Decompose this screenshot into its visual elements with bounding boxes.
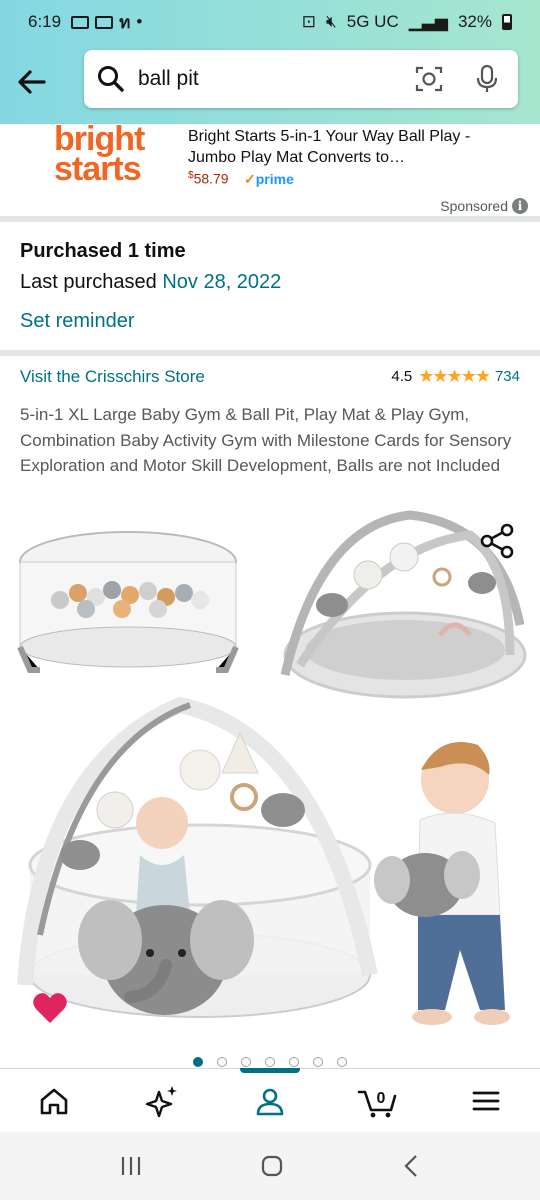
section-divider <box>0 216 540 222</box>
status-bar: 6:19 ท • ⊡ 🔇︎ 5G UC ▁▃▅ 32% <box>0 0 540 44</box>
set-reminder-link[interactable]: Set reminder <box>20 310 281 333</box>
carousel-dot[interactable] <box>193 1057 203 1067</box>
message-icon <box>95 15 114 29</box>
mail-icon <box>71 15 90 29</box>
menu-icon <box>472 1091 500 1110</box>
nav-cart[interactable]: 0 <box>324 1069 432 1132</box>
sponsored-ad[interactable]: bright starts Bright Starts 5-in-1 Your … <box>0 120 540 194</box>
status-time: 6:19 <box>28 12 62 31</box>
review-count[interactable]: 734 <box>495 368 520 385</box>
share-icon[interactable] <box>478 521 518 561</box>
prime-badge: ✓prime <box>244 171 294 187</box>
purchase-count: Purchased 1 time <box>20 240 186 262</box>
search-input[interactable]: ball pit <box>138 67 414 91</box>
dot-icon: • <box>136 12 143 31</box>
carousel-dot[interactable] <box>265 1057 275 1067</box>
product-image[interactable] <box>0 505 540 1050</box>
battery-icon <box>502 14 512 30</box>
star-rating-icon: ★★★★★ <box>418 366 491 386</box>
sparkle-icon <box>145 1085 177 1117</box>
section-divider <box>0 350 540 356</box>
carousel-dot[interactable] <box>313 1057 323 1067</box>
wishlist-heart-icon[interactable] <box>32 991 68 1025</box>
camera-search-icon[interactable] <box>414 64 444 94</box>
rating-summary[interactable]: 4.5 ★★★★★ 734 <box>391 366 520 387</box>
mute-icon: 🔇︎ <box>326 12 337 31</box>
carousel-dot[interactable] <box>337 1057 347 1067</box>
carousel-dot[interactable] <box>241 1057 251 1067</box>
last-purchased: Last purchased Nov 28, 2022 <box>20 271 282 293</box>
product-title: 5-in-1 XL Large Baby Gym & Ball Pit, Pla… <box>20 405 512 475</box>
nav-account[interactable] <box>216 1068 324 1132</box>
combined-gym-illustration <box>17 696 378 1018</box>
info-icon[interactable]: i <box>512 198 528 214</box>
ad-title[interactable]: Bright Starts 5-in-1 Your Way Ball Play … <box>188 126 518 168</box>
toddler-illustration <box>374 742 510 1025</box>
sponsored-label[interactable]: Sponsored i <box>440 198 528 214</box>
purchase-history: Purchased 1 time Last purchased Nov 28, … <box>20 240 281 333</box>
account-icon <box>256 1088 284 1115</box>
battery-label: 32% <box>457 12 492 31</box>
cart-count: 0 <box>377 1090 386 1107</box>
search-header: ball pit <box>0 44 540 124</box>
rating-value: 4.5 <box>391 368 413 385</box>
cart-icon: 0 <box>357 1090 397 1117</box>
system-navigation-bar <box>0 1132 540 1200</box>
app-notification-icon: ท <box>119 12 131 32</box>
system-back-icon[interactable] <box>401 1154 421 1178</box>
ad-price: $58.79 <box>188 170 229 187</box>
notification-icons: ท • <box>71 9 142 36</box>
nav-home[interactable] <box>0 1069 108 1132</box>
home-button-icon[interactable] <box>260 1154 284 1178</box>
last-purchased-date[interactable]: Nov 28, 2022 <box>162 271 281 293</box>
search-box[interactable]: ball pit <box>84 50 518 108</box>
signal-icon: ▁▃▅ <box>408 12 448 31</box>
store-link[interactable]: Visit the Crisschirs Store <box>20 367 205 387</box>
carousel-dot[interactable] <box>217 1057 227 1067</box>
microphone-icon[interactable] <box>474 64 500 94</box>
nav-menu[interactable] <box>432 1069 540 1132</box>
nav-ai-assistant[interactable] <box>108 1069 216 1132</box>
home-icon <box>40 1088 68 1114</box>
bright-starts-logo: bright starts <box>54 120 145 188</box>
product-image-illustration <box>17 510 527 1025</box>
bottom-navigation: 0 <box>0 1068 540 1132</box>
ball-pit-illustration <box>17 531 239 673</box>
store-rating-row: Visit the Crisschirs Store 4.5 ★★★★★ 734 <box>20 366 520 387</box>
network-label: 5G UC <box>346 12 399 31</box>
carousel-dot[interactable] <box>289 1057 299 1067</box>
carousel-indicator[interactable] <box>0 1056 540 1068</box>
lock-icon: ⊡ <box>301 12 317 31</box>
recent-apps-icon[interactable] <box>119 1155 143 1177</box>
search-icon <box>98 66 124 92</box>
back-arrow-icon[interactable] <box>14 64 50 100</box>
